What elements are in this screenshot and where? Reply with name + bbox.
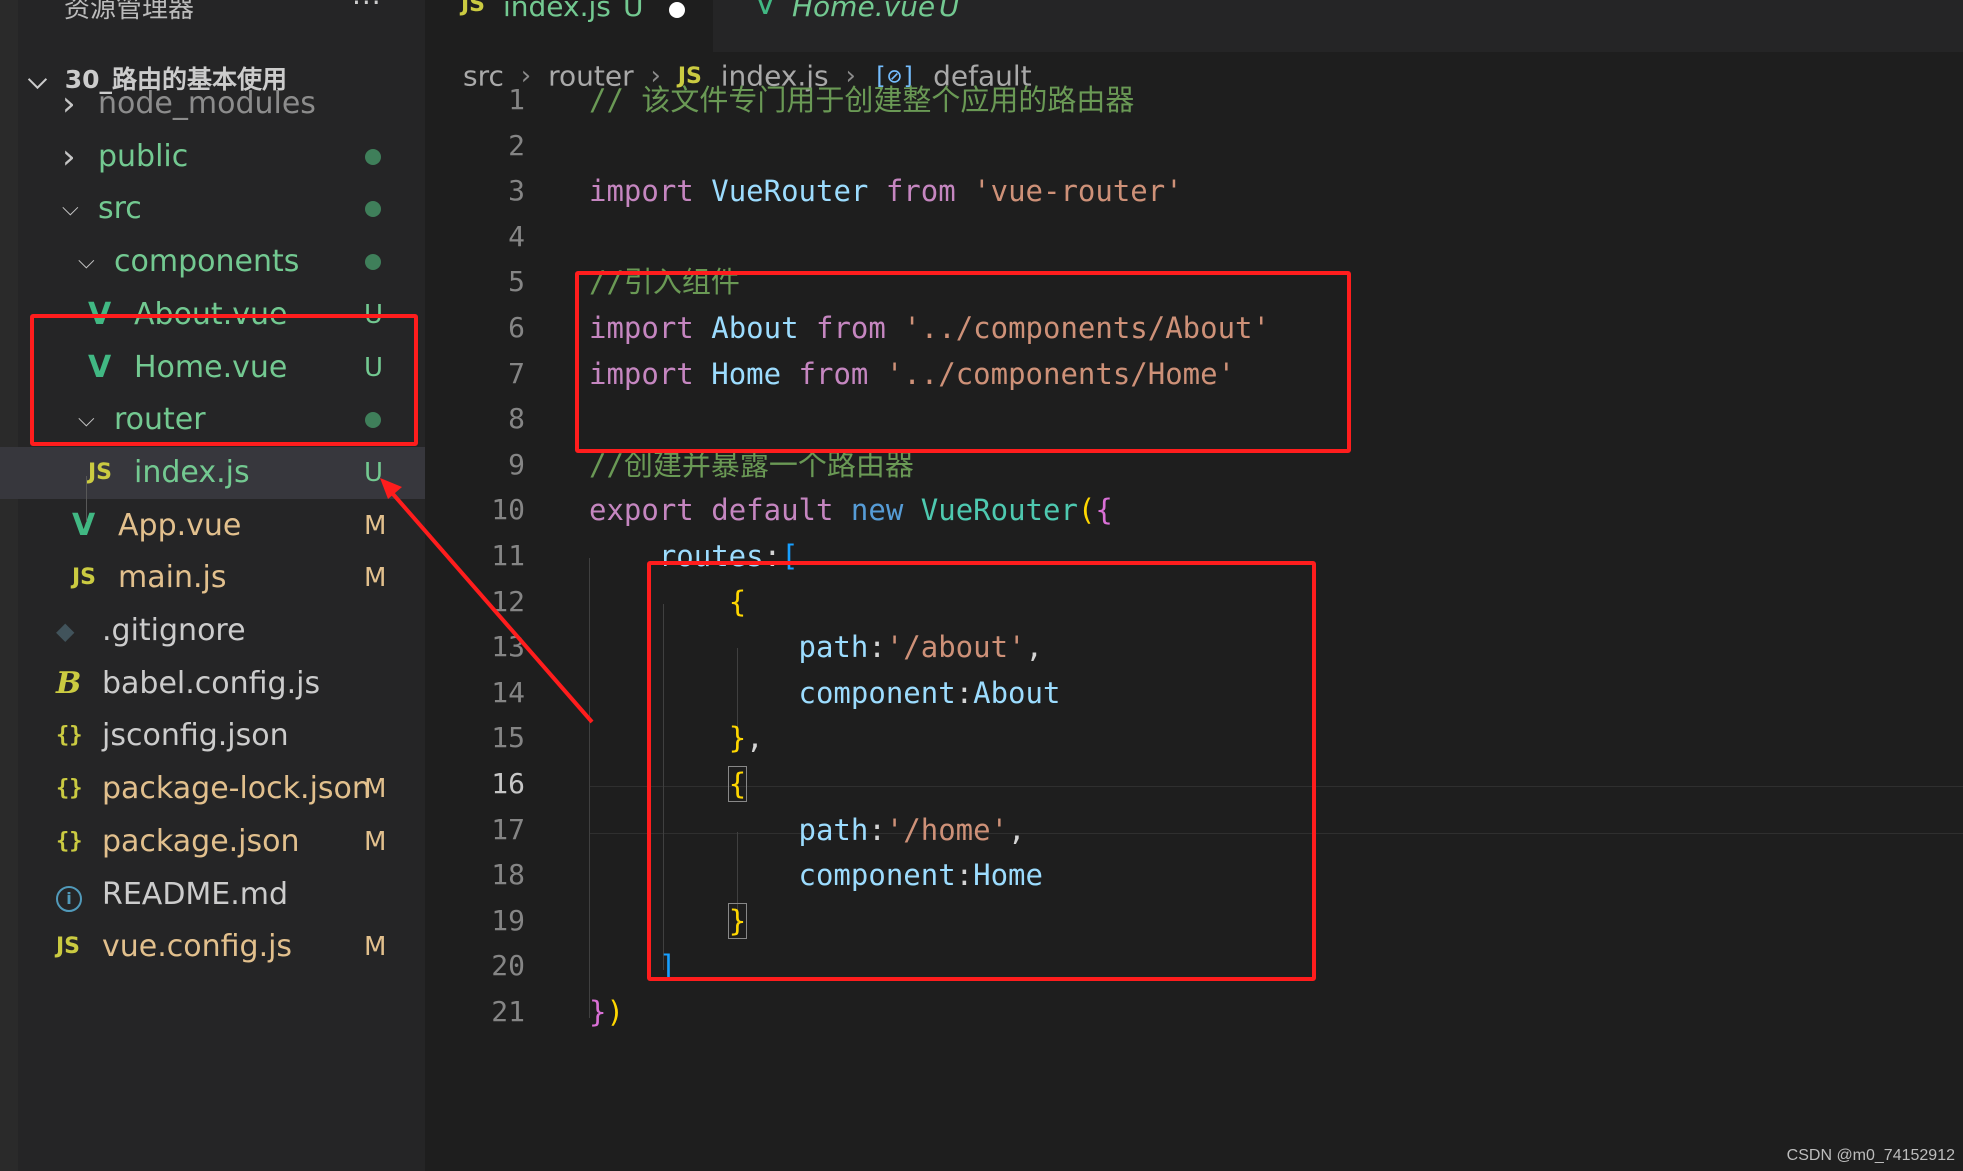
arrow-head xyxy=(380,478,402,499)
watermark: CSDN @m0_74152912 xyxy=(1786,1147,1955,1164)
arrow-shaft xyxy=(384,484,594,724)
annotation-arrow xyxy=(380,478,594,724)
